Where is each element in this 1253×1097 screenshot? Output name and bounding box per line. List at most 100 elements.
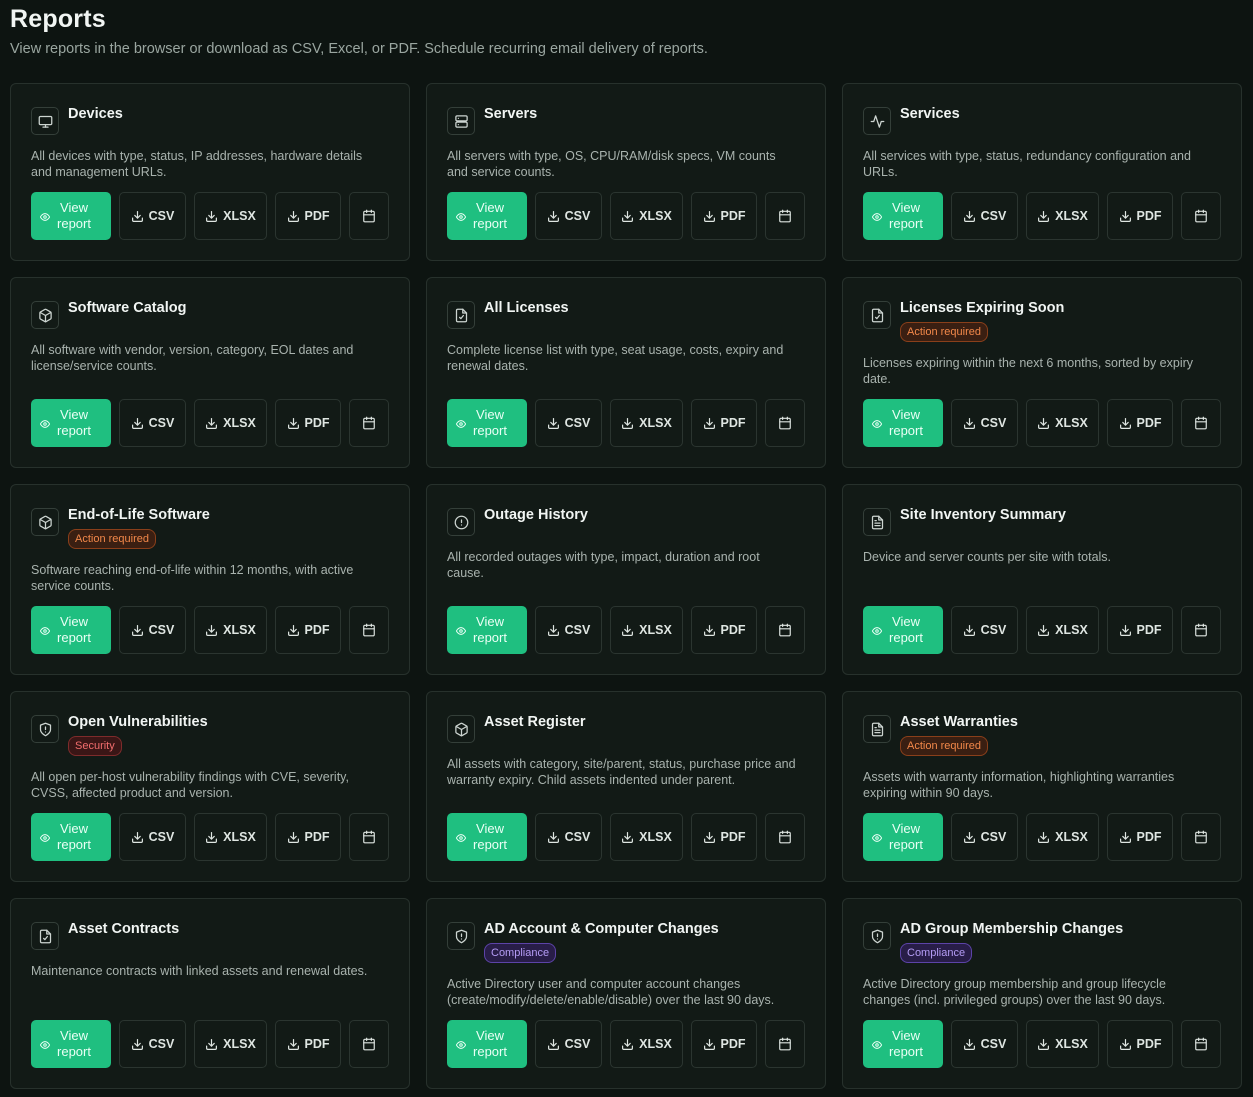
download-xlsx-button[interactable]: XLSX [194, 813, 267, 861]
download-csv-button[interactable]: CSV [119, 813, 186, 861]
download-xlsx-button[interactable]: XLSX [194, 606, 267, 654]
report-card-software-catalog: Software Catalog All software with vendo… [10, 277, 410, 468]
download-xlsx-button[interactable]: XLSX [194, 1020, 267, 1068]
schedule-report-button[interactable] [765, 399, 805, 447]
download-pdf-button[interactable]: PDF [691, 399, 757, 447]
download-pdf-button[interactable]: PDF [691, 1020, 757, 1068]
card-header: Site Inventory Summary [863, 505, 1221, 536]
download-pdf-button[interactable]: PDF [691, 813, 757, 861]
calendar-icon [1194, 1037, 1208, 1051]
download-xlsx-button[interactable]: XLSX [610, 606, 683, 654]
card-header: Asset Register [447, 712, 805, 743]
view-report-button[interactable]: View report [31, 192, 111, 240]
schedule-report-button[interactable] [1181, 192, 1221, 240]
download-xlsx-button[interactable]: XLSX [1026, 399, 1099, 447]
download-csv-button[interactable]: CSV [951, 192, 1018, 240]
download-pdf-button[interactable]: PDF [275, 399, 341, 447]
view-report-button[interactable]: View report [863, 813, 943, 861]
csv-label: CSV [564, 830, 591, 844]
schedule-report-button[interactable] [765, 813, 805, 861]
download-csv-button[interactable]: CSV [119, 606, 186, 654]
schedule-report-button[interactable] [349, 813, 389, 861]
download-pdf-button[interactable]: PDF [1107, 813, 1173, 861]
file-check-icon [31, 922, 59, 950]
card-actions: View report CSV XLSX PDF [447, 813, 805, 861]
download-pdf-button[interactable]: PDF [691, 606, 757, 654]
download-xlsx-button[interactable]: XLSX [610, 399, 683, 447]
download-xlsx-button[interactable]: XLSX [1026, 606, 1099, 654]
download-csv-button[interactable]: CSV [535, 192, 602, 240]
view-report-button[interactable]: View report [31, 399, 111, 447]
download-csv-button[interactable]: CSV [951, 399, 1018, 447]
shield-icon [863, 922, 891, 950]
download-xlsx-button[interactable]: XLSX [194, 399, 267, 447]
download-csv-button[interactable]: CSV [951, 1020, 1018, 1068]
card-title: Asset Warranties [900, 714, 1018, 730]
card-description: Licenses expiring within the next 6 mont… [863, 356, 1194, 386]
download-csv-button[interactable]: CSV [951, 606, 1018, 654]
download-icon [963, 210, 981, 223]
download-xlsx-button[interactable]: XLSX [1026, 192, 1099, 240]
view-report-label: View report [57, 407, 91, 438]
download-pdf-button[interactable]: PDF [275, 1020, 341, 1068]
view-report-button[interactable]: View report [31, 606, 111, 654]
view-report-button[interactable]: View report [447, 813, 527, 861]
download-icon [287, 831, 305, 844]
download-csv-button[interactable]: CSV [535, 1020, 602, 1068]
download-xlsx-button[interactable]: XLSX [610, 1020, 683, 1068]
schedule-report-button[interactable] [765, 192, 805, 240]
download-pdf-button[interactable]: PDF [275, 192, 341, 240]
view-report-button[interactable]: View report [447, 192, 527, 240]
view-report-button[interactable]: View report [447, 606, 527, 654]
package-icon [31, 508, 59, 536]
download-pdf-button[interactable]: PDF [275, 606, 341, 654]
view-report-button[interactable]: View report [447, 399, 527, 447]
download-xlsx-button[interactable]: XLSX [610, 192, 683, 240]
schedule-report-button[interactable] [765, 1020, 805, 1068]
download-icon [1037, 417, 1055, 430]
view-report-button[interactable]: View report [863, 399, 943, 447]
schedule-report-button[interactable] [1181, 606, 1221, 654]
view-report-button[interactable]: View report [31, 1020, 111, 1068]
card-actions: View report CSV XLSX PDF [31, 1020, 389, 1068]
view-report-button[interactable]: View report [863, 1020, 943, 1068]
schedule-report-button[interactable] [349, 606, 389, 654]
view-report-button[interactable]: View report [863, 606, 943, 654]
download-csv-button[interactable]: CSV [119, 1020, 186, 1068]
download-csv-button[interactable]: CSV [119, 192, 186, 240]
card-header: Software Catalog [31, 298, 389, 329]
download-pdf-button[interactable]: PDF [275, 813, 341, 861]
reports-page: Reports View reports in the browser or d… [0, 0, 1253, 1097]
card-title: Servers [484, 106, 538, 122]
download-csv-button[interactable]: CSV [535, 399, 602, 447]
download-pdf-button[interactable]: PDF [1107, 606, 1173, 654]
schedule-report-button[interactable] [349, 192, 389, 240]
download-xlsx-button[interactable]: XLSX [194, 192, 267, 240]
view-report-label: View report [889, 821, 923, 852]
download-csv-button[interactable]: CSV [535, 813, 602, 861]
download-icon [1037, 624, 1055, 637]
download-pdf-button[interactable]: PDF [1107, 399, 1173, 447]
download-pdf-button[interactable]: PDF [691, 192, 757, 240]
schedule-report-button[interactable] [1181, 1020, 1221, 1068]
download-xlsx-button[interactable]: XLSX [610, 813, 683, 861]
calendar-icon [1194, 830, 1208, 844]
pdf-label: PDF [1136, 830, 1162, 844]
view-report-button[interactable]: View report [863, 192, 943, 240]
download-xlsx-button[interactable]: XLSX [1026, 1020, 1099, 1068]
download-csv-button[interactable]: CSV [535, 606, 602, 654]
schedule-report-button[interactable] [1181, 399, 1221, 447]
download-pdf-button[interactable]: PDF [1107, 1020, 1173, 1068]
download-pdf-button[interactable]: PDF [1107, 192, 1173, 240]
schedule-report-button[interactable] [349, 1020, 389, 1068]
schedule-report-button[interactable] [349, 399, 389, 447]
view-report-button[interactable]: View report [31, 813, 111, 861]
download-icon [131, 210, 149, 223]
download-xlsx-button[interactable]: XLSX [1026, 813, 1099, 861]
file-text-icon [863, 508, 891, 536]
download-csv-button[interactable]: CSV [951, 813, 1018, 861]
download-csv-button[interactable]: CSV [119, 399, 186, 447]
schedule-report-button[interactable] [1181, 813, 1221, 861]
schedule-report-button[interactable] [765, 606, 805, 654]
view-report-button[interactable]: View report [447, 1020, 527, 1068]
